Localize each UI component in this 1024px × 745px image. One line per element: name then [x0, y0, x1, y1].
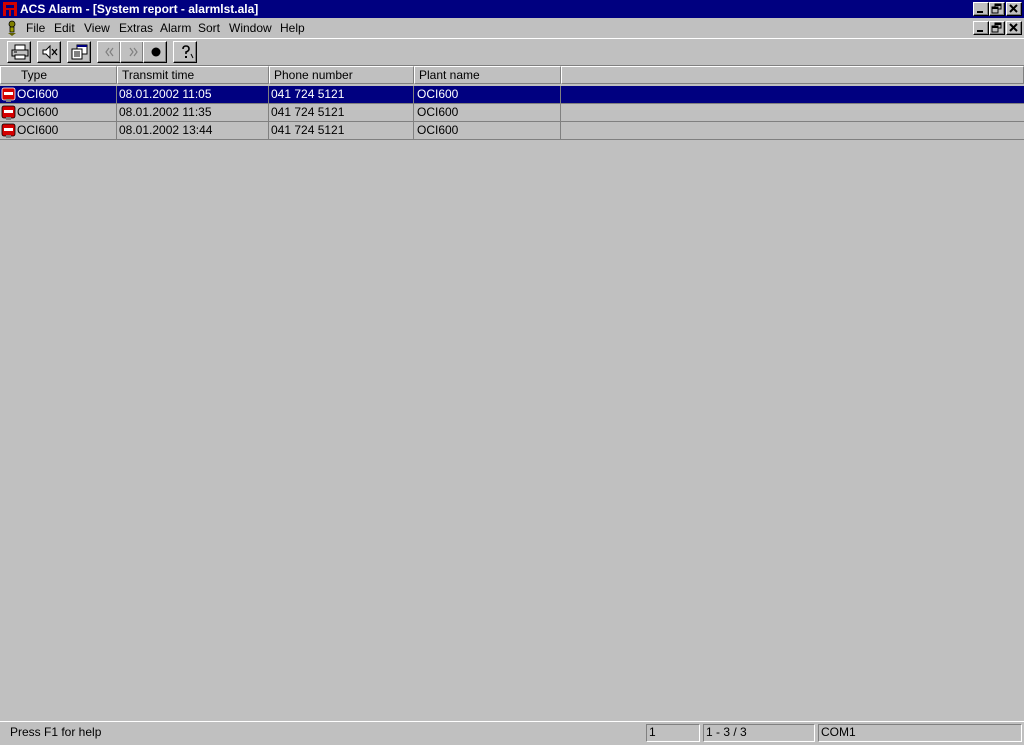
minimize-icon	[977, 11, 983, 13]
cell-plant-name: OCI600	[414, 122, 561, 139]
column-header-plant-name[interactable]: Plant name	[414, 66, 561, 84]
restore-icon	[991, 3, 1002, 14]
column-header-phone-number[interactable]: Phone number	[269, 66, 414, 84]
menu-help[interactable]: Help	[280, 21, 305, 35]
help-button[interactable]	[173, 41, 197, 63]
column-header-type[interactable]: Type	[0, 66, 117, 84]
doc-close-button[interactable]	[1006, 21, 1022, 35]
mute-button[interactable]	[37, 41, 61, 63]
close-button[interactable]	[1006, 2, 1022, 16]
close-icon	[1009, 23, 1018, 32]
alarm-icon	[1, 87, 16, 102]
doc-restore-button[interactable]	[989, 21, 1005, 35]
cell-type: OCI600	[17, 122, 117, 139]
cell-plant-name: OCI600	[414, 86, 561, 103]
cell-plant-name: OCI600	[414, 104, 561, 121]
cell-type: OCI600	[17, 86, 117, 103]
table-row[interactable]: OCI600 08.01.2002 11:35 041 724 5121 OCI…	[0, 104, 1024, 122]
minimize-icon	[977, 30, 983, 32]
help-icon	[182, 45, 194, 59]
status-bar: Press F1 for help 1 1 - 3 / 3 COM1	[0, 721, 1024, 745]
minimize-button[interactable]	[973, 2, 989, 16]
acs-alarm-app-icon[interactable]	[2, 1, 18, 17]
close-icon	[1009, 4, 1018, 13]
menu-extras[interactable]: Extras	[119, 21, 153, 35]
cell-type: OCI600	[17, 104, 117, 121]
alarm-icon	[1, 123, 16, 138]
properties-icon	[71, 44, 88, 60]
cell-phone-number: 041 724 5121	[269, 104, 414, 121]
menu-file[interactable]: File	[26, 21, 45, 35]
status-pane-position: 1	[646, 724, 700, 742]
status-help-text: Press F1 for help	[10, 725, 102, 739]
status-pane-record-count: 1 - 3 / 3	[703, 724, 815, 742]
next-icon	[129, 47, 138, 57]
doc-minimize-button[interactable]	[973, 21, 989, 35]
menu-edit[interactable]: Edit	[54, 21, 75, 35]
column-header-filler	[561, 66, 1024, 84]
cell-phone-number: 041 724 5121	[269, 86, 414, 103]
alarm-icon	[1, 105, 16, 120]
restore-button[interactable]	[989, 2, 1005, 16]
print-button[interactable]	[7, 41, 31, 63]
cell-transmit-time: 08.01.2002 11:05	[117, 86, 269, 103]
previous-icon	[105, 47, 114, 57]
next-button[interactable]	[120, 41, 144, 63]
speaker-mute-icon	[42, 44, 58, 60]
previous-button[interactable]	[97, 41, 121, 63]
status-pane-port: COM1	[818, 724, 1022, 742]
toolbar	[0, 38, 1024, 65]
column-header-transmit-time[interactable]: Transmit time	[117, 66, 269, 84]
cell-transmit-time: 08.01.2002 13:44	[117, 122, 269, 139]
record-icon	[151, 47, 161, 57]
properties-button[interactable]	[67, 41, 91, 63]
table-row[interactable]: OCI600 08.01.2002 13:44 041 724 5121 OCI…	[0, 122, 1024, 140]
menu-view[interactable]: View	[84, 21, 110, 35]
menu-sort[interactable]: Sort	[198, 21, 220, 35]
cell-transmit-time: 08.01.2002 11:35	[117, 104, 269, 121]
title-bar[interactable]: ACS Alarm - [System report - alarmlst.al…	[0, 0, 1024, 18]
menu-bar: File Edit View Extras Alarm Sort Window …	[0, 18, 1024, 38]
restore-icon	[991, 22, 1002, 33]
printer-icon	[11, 44, 29, 60]
record-button[interactable]	[143, 41, 167, 63]
menu-window[interactable]: Window	[229, 21, 272, 35]
document-system-menu-icon[interactable]	[5, 20, 19, 36]
cell-phone-number: 041 724 5121	[269, 122, 414, 139]
table-row[interactable]: OCI600 08.01.2002 11:05 041 724 5121 OCI…	[0, 86, 1024, 104]
window-title: ACS Alarm - [System report - alarmlst.al…	[20, 2, 259, 16]
menu-alarm[interactable]: Alarm	[160, 21, 191, 35]
alarm-list[interactable]: Type Transmit time Phone number Plant na…	[0, 65, 1024, 722]
